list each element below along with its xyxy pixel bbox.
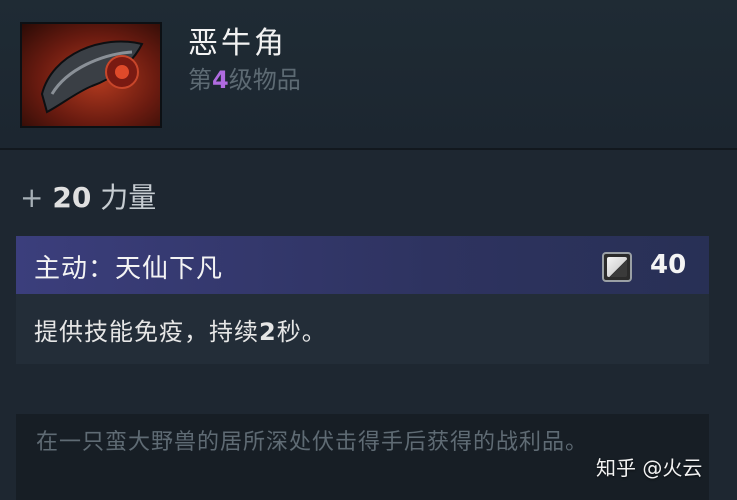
- item-tier: 第4级物品: [188, 60, 301, 95]
- mana-cost-icon: [602, 252, 632, 282]
- tier-prefix: 第: [188, 66, 212, 94]
- item-header: 恶牛角 第4级物品: [0, 0, 737, 148]
- tier-number: 4: [212, 66, 229, 94]
- item-icon: [20, 22, 162, 128]
- stat-prefix: +: [20, 181, 44, 214]
- cooldown-value: 40: [650, 250, 687, 280]
- active-ability-description-box: 提供技能免疫，持续2秒。: [16, 294, 709, 364]
- desc-after: 秒。: [276, 318, 327, 346]
- active-ability-description: 提供技能免疫，持续2秒。: [34, 312, 327, 347]
- item-name: 恶牛角: [188, 26, 287, 61]
- stat-value: 20: [52, 181, 92, 214]
- stat-name: 力量: [100, 181, 157, 214]
- lore-text: 在一只蛮大野兽的居所深处伏击得手后获得的战利品。: [36, 430, 589, 455]
- stat-line: + 20 力量: [20, 176, 156, 216]
- desc-before: 提供技能免疫，持续: [34, 318, 259, 346]
- watermark: 知乎 @火云: [596, 456, 703, 480]
- active-ability-bar: 主动：天仙下凡 40: [16, 236, 709, 294]
- tier-suffix: 级物品: [228, 66, 301, 94]
- desc-duration: 2: [259, 318, 277, 346]
- active-ability-title: 主动：天仙下凡: [34, 254, 224, 284]
- horn-icon: [40, 40, 144, 114]
